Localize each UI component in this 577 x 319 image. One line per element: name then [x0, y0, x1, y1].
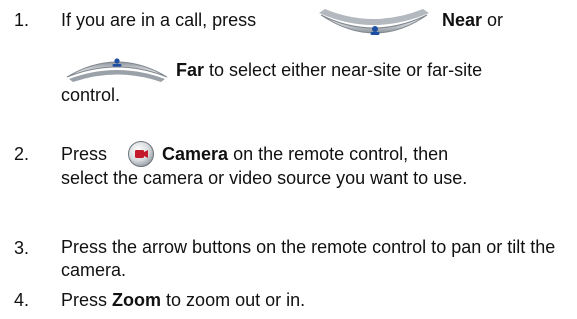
step-text: or: [487, 10, 504, 30]
step-1-near: Near or: [442, 8, 503, 32]
step-text: Press: [61, 290, 108, 310]
step-1-line-1: If you are in a call, press: [61, 8, 256, 32]
step-number: 2.: [14, 144, 30, 164]
near-label: Near: [442, 10, 483, 30]
far-label: Far: [176, 60, 205, 80]
step-text: If you are in a call, press: [61, 10, 257, 30]
zoom-label: Zoom: [112, 290, 162, 310]
near-button-icon: [319, 9, 429, 35]
far-button-icon: [66, 58, 168, 82]
camera-label: Camera: [162, 144, 229, 164]
camera-button-icon: [128, 141, 154, 167]
document-page: 1. If you are in a call, press Near or F…: [0, 0, 577, 319]
step-text: to zoom out or in.: [166, 290, 306, 310]
step-4-line: Press Zoom to zoom out or in.: [61, 288, 305, 312]
step-2-press: Press: [61, 144, 108, 164]
step-number: 4.: [14, 290, 30, 310]
step-text: on the remote control, then: [233, 144, 449, 164]
step-1-line-3: control.: [61, 85, 121, 105]
step-3-text: Press the arrow buttons on the remote co…: [61, 237, 556, 280]
step-1-line-2: Far to select either near-site or far-si…: [176, 58, 482, 82]
step-text: to select either near-site or far-site: [209, 60, 483, 80]
step-number: 3.: [14, 238, 30, 258]
step-2-line-1: Camera on the remote control, then: [162, 142, 448, 166]
step-number: 1.: [14, 10, 30, 30]
step-2-rest: select the camera or video source you wa…: [61, 168, 468, 188]
